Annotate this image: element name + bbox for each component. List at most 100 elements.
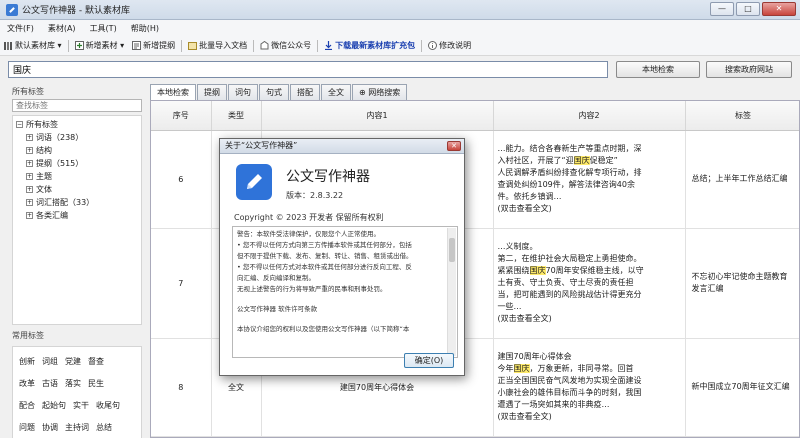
toolbar-separator xyxy=(67,39,69,52)
menu-help[interactable]: 帮助(H) xyxy=(124,23,166,34)
minimize-button[interactable]: — xyxy=(710,2,734,16)
row-content2: 建国70周年心得体会 今年国庆，万象更新，非同寻常。回首 正当全国国民奋气风发地… xyxy=(493,338,686,437)
view-fulltext-hint[interactable]: (双击查看全文) xyxy=(498,411,681,423)
common-tag[interactable]: 党建 xyxy=(65,356,81,367)
common-tag[interactable]: 词组 xyxy=(42,356,58,367)
menu-file[interactable]: 文件(F) xyxy=(0,23,41,34)
expand-icon[interactable]: + xyxy=(26,173,33,180)
add-material-button[interactable]: 新增素材 ▾ xyxy=(71,40,129,51)
tree-item-label: 所有标签 xyxy=(26,120,58,129)
tab-outline[interactable]: 提纲 xyxy=(197,84,227,100)
common-tag[interactable]: 主持词 xyxy=(65,422,89,433)
common-tag[interactable]: 落实 xyxy=(65,378,81,389)
table-header-row: 序号 类型 内容1 内容2 标签 xyxy=(151,101,799,131)
common-tag[interactable]: 实干 xyxy=(73,400,89,411)
dialog-close-button[interactable]: ✕ xyxy=(447,141,461,151)
wechat-label: 微信公众号 xyxy=(271,41,312,50)
row-tags: 不忘初心牢记使命主题教育发言汇编 xyxy=(685,228,799,339)
tree-item-all-tags[interactable]: − 所有标签 xyxy=(16,118,138,131)
menu-material[interactable]: 素材(A) xyxy=(41,23,83,34)
wechat-button[interactable]: 微信公众号 xyxy=(256,40,315,51)
tab-collocations[interactable]: 搭配 xyxy=(290,84,320,100)
expand-icon[interactable]: + xyxy=(26,134,33,141)
common-tag[interactable]: 总结 xyxy=(96,422,112,433)
tag-search-input[interactable] xyxy=(12,99,142,112)
column-header-type[interactable]: 类型 xyxy=(211,101,262,131)
common-tag[interactable]: 问题 xyxy=(19,422,35,433)
scrollbar-thumb[interactable] xyxy=(449,238,455,262)
toolbar-separator xyxy=(317,39,319,52)
view-fulltext-hint[interactable]: (双击查看全文) xyxy=(498,203,681,215)
tab-local-search[interactable]: 本地检索 xyxy=(150,84,196,101)
content-line: 人民调解矛盾纠纷排查化解专项行动，排 xyxy=(497,168,642,177)
tree-item-theme[interactable]: + 主题 xyxy=(16,170,138,183)
column-header-content1[interactable]: 内容1 xyxy=(261,101,494,131)
column-header-number[interactable]: 序号 xyxy=(151,101,212,131)
common-tag[interactable]: 民生 xyxy=(88,378,104,389)
library-selector-label: 默认素材库 ▾ xyxy=(15,41,62,50)
row-content2: …义制度。 第二，在维护社会大局稳定上勇担使命。 紧紧围绕国庆70周年安保维稳主… xyxy=(493,228,686,339)
license-line: • 您不得以任何方式对本软件或其任何部分进行反向工程、反 xyxy=(237,263,412,271)
tab-fulltext[interactable]: 全文 xyxy=(321,84,351,100)
search-input[interactable] xyxy=(8,61,608,78)
common-tag[interactable]: 改革 xyxy=(19,378,35,389)
ok-button[interactable]: 确定(O) xyxy=(404,353,454,368)
download-icon xyxy=(324,41,333,51)
download-pack-button[interactable]: 下载最新素材库扩充包 xyxy=(320,40,419,51)
license-line: 本协议介绍您的权利以及您使用公文写作神器（以下简称“本 xyxy=(237,325,410,333)
result-tabs: 本地检索 提纲 词句 句式 搭配 全文 ⊕ 网络搜索 xyxy=(150,84,408,101)
batch-import-button[interactable]: 批量导入文档 xyxy=(184,40,251,51)
license-scrollbar[interactable] xyxy=(447,228,456,356)
all-tags-label: 所有标签 xyxy=(12,87,44,96)
license-line: 无视上述警告的行为将导致严重的民事和刑事处罚。 xyxy=(237,285,387,293)
tree-item-words[interactable]: + 词语（238） xyxy=(16,131,138,144)
expand-icon[interactable]: + xyxy=(26,186,33,193)
local-search-button[interactable]: 本地检索 xyxy=(616,61,700,78)
column-header-content2[interactable]: 内容2 xyxy=(493,101,686,131)
library-selector[interactable]: 默认素材库 ▾ xyxy=(0,40,66,51)
dialog-titlebar: 关于“公文写作神器” ✕ xyxy=(220,139,464,154)
row-number: 6 xyxy=(151,130,212,229)
view-fulltext-hint[interactable]: (双击查看全文) xyxy=(498,313,681,325)
column-header-tags[interactable]: 标签 xyxy=(685,101,799,131)
add-outline-button[interactable]: 新增提纲 xyxy=(128,40,179,51)
common-tag[interactable]: 配合 xyxy=(19,400,35,411)
keyword-highlight: 国庆 xyxy=(573,156,590,165)
tree-item-structure[interactable]: + 结构 xyxy=(16,144,138,157)
tag-row: 配合 起始句 实干 收尾句 xyxy=(16,394,138,416)
tree-item-genre[interactable]: + 文体 xyxy=(16,183,138,196)
collapse-icon[interactable]: − xyxy=(16,121,23,128)
change-notes-button[interactable]: 修改说明 xyxy=(424,40,475,51)
expand-icon[interactable]: + xyxy=(26,160,33,167)
content-line: 一些… xyxy=(497,302,522,311)
tag-row: 改革 古语 落实 民生 xyxy=(16,372,138,394)
content-line: 土有责、守土负责、守土尽责的责任担 xyxy=(497,278,634,287)
expand-icon[interactable]: + xyxy=(26,147,33,154)
tree-item-collocation[interactable]: + 词汇搭配（33） xyxy=(16,196,138,209)
row-number: 7 xyxy=(151,228,212,339)
common-tag[interactable]: 起始句 xyxy=(42,400,66,411)
common-tag[interactable]: 古语 xyxy=(42,378,58,389)
expand-icon[interactable]: + xyxy=(26,199,33,206)
tab-phrases[interactable]: 词句 xyxy=(228,84,258,100)
license-line: • 您不得以任何方式向第三方传播本软件或其任何部分，包括 xyxy=(237,241,412,249)
batch-import-label: 批量导入文档 xyxy=(199,41,248,50)
expand-icon[interactable]: + xyxy=(26,212,33,219)
tree-item-label: 主题 xyxy=(36,172,52,181)
outline-icon xyxy=(132,41,142,50)
common-tag[interactable]: 协调 xyxy=(42,422,58,433)
close-button[interactable]: ✕ xyxy=(762,2,796,16)
maximize-button[interactable]: □ xyxy=(736,2,760,16)
license-textbox[interactable]: 警告：本软件受法律保护，仅限您个人正常使用。 • 您不得以任何方式向第三方传播本… xyxy=(232,226,458,358)
tab-web-search[interactable]: ⊕ 网络搜索 xyxy=(352,84,408,100)
tree-item-compilations[interactable]: + 各类汇编 xyxy=(16,209,138,222)
tree-item-outline[interactable]: + 提纲（515） xyxy=(16,157,138,170)
common-tag[interactable]: 创新 xyxy=(19,356,35,367)
content-line: …能力。结合各春新生产等重点时期，深 xyxy=(497,144,642,153)
menu-tools[interactable]: 工具(T) xyxy=(83,23,124,34)
common-tag[interactable]: 督查 xyxy=(88,356,104,367)
common-tag[interactable]: 收尾句 xyxy=(96,400,120,411)
gov-search-button[interactable]: 搜索政府网站 xyxy=(706,61,792,78)
content-text: ，万象更新，非同寻常。回首 xyxy=(529,364,634,373)
tab-sentence-patterns[interactable]: 句式 xyxy=(259,84,289,100)
